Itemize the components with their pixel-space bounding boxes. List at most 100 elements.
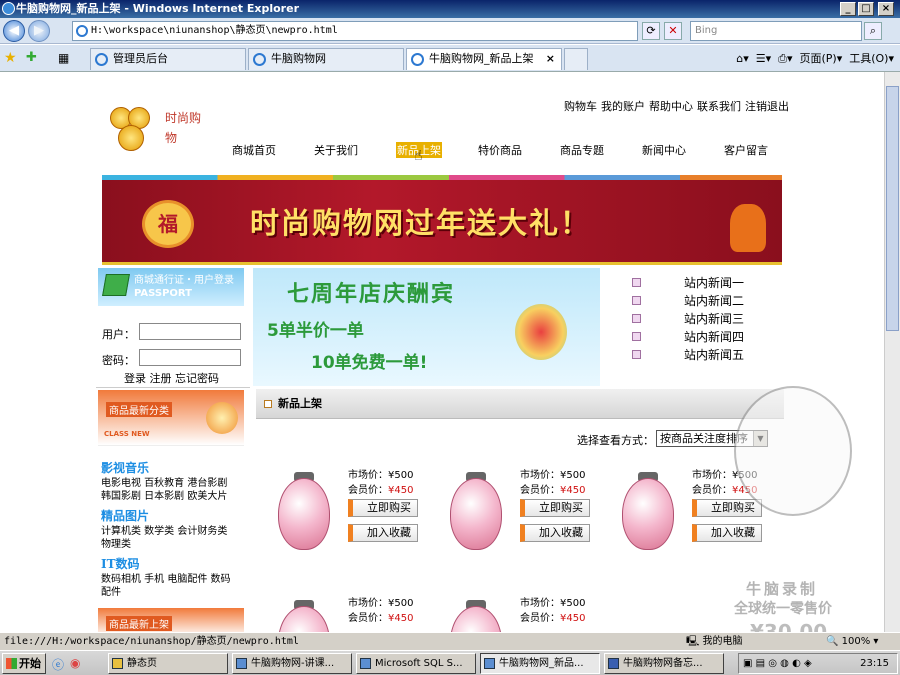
task-memo[interactable]: 牛脑购物网备忘... [604, 653, 724, 674]
member-price: ¥450 [388, 613, 414, 624]
account-link[interactable]: 我的账户 [601, 100, 645, 113]
nav-topics[interactable]: 商品专题 [560, 142, 604, 158]
category-line[interactable]: 配件 [101, 583, 121, 598]
refresh-icon[interactable]: ⟳ [642, 22, 660, 40]
maximize-button[interactable]: □ [858, 2, 874, 16]
forward-arrow-icon[interactable]: ▶ [28, 20, 50, 42]
taskbar: 开始 ⓔ ◉ 静态页 牛脑购物网-讲课... Microsoft SQL S..… [0, 650, 900, 675]
add-favorite-button[interactable]: 加入收藏 [520, 524, 590, 542]
product-image[interactable] [430, 472, 512, 560]
category-line[interactable]: 物理类 [101, 535, 131, 550]
vertical-scrollbar[interactable] [884, 72, 900, 632]
news-item[interactable]: 站内新闻五 [632, 347, 782, 365]
forgot-password-link[interactable]: 忘记密码 [175, 372, 219, 385]
mascot-fox-icon [730, 204, 766, 252]
logout-link[interactable]: 注销退出 [745, 100, 789, 113]
zoom-value: 100% [841, 636, 871, 647]
scrollbar-thumb[interactable] [886, 86, 899, 331]
market-price: 市场价：¥500 [348, 598, 414, 609]
login-link[interactable]: 登录 [124, 372, 146, 385]
register-link[interactable]: 注册 [150, 372, 172, 385]
section-icon [264, 400, 272, 408]
clock[interactable]: 23:15 [860, 654, 889, 673]
news-item[interactable]: 站内新闻二 [632, 293, 782, 311]
products-header: 新品上架 [256, 389, 784, 419]
news-title: 站内新闻三 [684, 312, 745, 326]
product-image[interactable] [258, 600, 340, 632]
promo-banner[interactable]: 福 时尚购物网过年送大礼！ [102, 180, 782, 265]
task-ie-newpro[interactable]: 牛脑购物网_新品... [480, 653, 600, 674]
minimize-button[interactable]: _ [840, 2, 856, 16]
task-static-folder[interactable]: 静态页 [108, 653, 228, 674]
product-image[interactable] [430, 600, 512, 632]
add-favorite-icon[interactable]: ✚ [26, 50, 37, 65]
nav-about[interactable]: 关于我们 [314, 142, 358, 158]
banner-text: 时尚购物网过年送大礼！ [250, 206, 592, 240]
tools-menu[interactable]: 工具(O) [849, 52, 888, 65]
chrome-quicklaunch-icon[interactable]: ◉ [70, 656, 80, 670]
product-card: 市场价：¥500 会员价：¥450 [430, 594, 600, 632]
member-price-label: 会员价： [520, 485, 560, 496]
category-banner-title: 商品最新分类 [106, 402, 172, 417]
home-icon[interactable]: ⌂▾ [736, 52, 749, 65]
quick-tabs-icon[interactable]: ▦ [58, 51, 69, 65]
add-favorite-button[interactable]: 加入收藏 [348, 524, 418, 542]
start-button[interactable]: 开始 [2, 653, 46, 674]
login-panel: 商城通行证・用户登录 PASSPORT 用户： 密码： 登录 注册 忘记密码 [98, 268, 244, 386]
tab-shop[interactable]: 牛脑购物网 [248, 48, 404, 70]
close-button[interactable]: × [878, 2, 894, 16]
perfume-bottle [450, 478, 502, 550]
nav-home[interactable]: 商城首页 [232, 142, 276, 158]
print-icon[interactable]: ⎙▾ [778, 52, 792, 65]
username-input[interactable] [139, 323, 241, 340]
ie-icon [2, 2, 15, 15]
password-input[interactable] [139, 349, 241, 366]
new-tab-button[interactable] [564, 48, 588, 70]
tab-label: 牛脑购物网_新品上架 [429, 52, 534, 65]
close-tab-icon[interactable]: × [546, 49, 555, 69]
task-label: 静态页 [127, 658, 157, 669]
product-card: 市场价：¥500 会员价：¥450 [258, 594, 428, 632]
news-item[interactable]: 站内新闻三 [632, 311, 782, 329]
news-item[interactable]: 站内新闻四 [632, 329, 782, 347]
market-price: 市场价：¥500 [520, 598, 586, 609]
task-lecture[interactable]: 牛脑购物网-讲课... [232, 653, 352, 674]
tray-icons[interactable]: ▣ ▤ ◎ ◍ ◐ ◈ [743, 654, 812, 673]
login-subtitle: PASSPORT [134, 288, 193, 299]
buy-now-button[interactable]: 立即购买 [520, 499, 590, 517]
stop-icon[interactable]: ✕ [664, 22, 682, 40]
favorites-star-icon[interactable]: ★ [4, 50, 17, 66]
anniversary-promo[interactable]: 七周年店庆酬宾 5单半价一单 10单免费一单! [253, 268, 600, 386]
nav-specials[interactable]: 特价商品 [478, 142, 522, 158]
hand-cursor-icon: ☝ [414, 148, 423, 164]
system-tray: ▣ ▤ ◎ ◍ ◐ ◈ 23:15 [738, 653, 898, 674]
member-price-label: 会员价： [348, 613, 388, 624]
product-image[interactable] [258, 472, 340, 560]
database-icon [360, 658, 371, 669]
back-arrow-icon[interactable]: ◀ [3, 20, 25, 42]
product-image[interactable] [602, 472, 684, 560]
feeds-icon[interactable]: ☰▾ [756, 52, 771, 65]
contact-link[interactable]: 联系我们 [697, 100, 741, 113]
category-line[interactable]: 韩国影剧 日本影剧 欧美大片 [101, 487, 227, 502]
perfume-bottle [278, 478, 330, 550]
folder-icon [112, 658, 123, 669]
nav-news[interactable]: 新闻中心 [642, 142, 686, 158]
cart-link[interactable]: 购物车 [564, 100, 597, 113]
buy-now-button[interactable]: 立即购买 [348, 499, 418, 517]
news-title: 站内新闻五 [684, 348, 745, 362]
search-icon[interactable]: ⌕ [864, 22, 882, 40]
tab-newpro[interactable]: 牛脑购物网_新品上架 × [406, 48, 562, 70]
page-menu[interactable]: 页面(P) [799, 52, 836, 65]
search-input[interactable]: Bing [690, 21, 862, 41]
zoom-level[interactable]: 🔍 100% ▾ [826, 633, 878, 650]
nav-messages[interactable]: 客户留言 [724, 142, 768, 158]
news-item[interactable]: 站内新闻一 [632, 275, 782, 293]
task-sql-server[interactable]: Microsoft SQL S... [356, 653, 476, 674]
site-logo[interactable] [102, 105, 162, 153]
help-link[interactable]: 帮助中心 [649, 100, 693, 113]
address-input[interactable]: H:\workspace\niunanshop\静态页\newpro.html [72, 21, 638, 41]
tab-admin[interactable]: 管理员后台 [90, 48, 246, 70]
ie-quicklaunch-icon[interactable]: ⓔ [52, 656, 64, 673]
member-price: ¥450 [388, 485, 414, 496]
